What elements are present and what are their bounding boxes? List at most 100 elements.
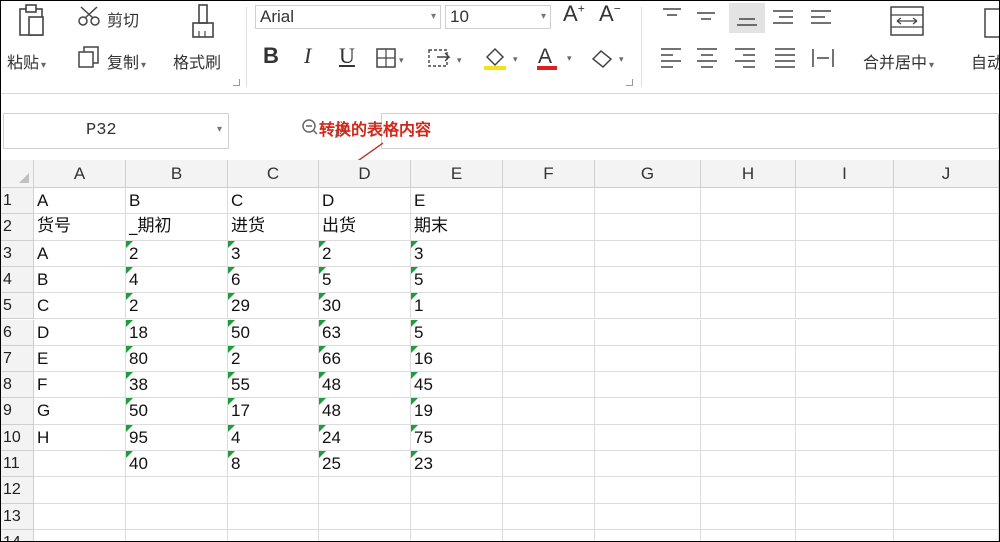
bold-button[interactable]: B [263,43,279,69]
row-header-3[interactable]: 3 [1,240,34,267]
cell-f3[interactable] [503,240,595,267]
font-color-icon[interactable]: A ▾ [535,43,579,71]
column-header-c[interactable]: C [228,160,319,188]
cell-b2[interactable]: _期初 [126,214,228,241]
cell-a8[interactable]: F [34,372,126,399]
wrap-text-button[interactable]: 自动 [971,49,999,73]
cell-b3[interactable]: 2 [126,240,228,267]
zoom-out-icon[interactable] [301,118,319,136]
cell-j12[interactable] [894,477,999,504]
cell-e3[interactable]: 3 [411,240,503,267]
row-header-6[interactable]: 6 [1,319,34,346]
cell-i11[interactable] [796,451,894,478]
cell-g14[interactable] [595,529,701,541]
cell-e12[interactable] [411,477,503,504]
row-header-11[interactable]: 11 [1,451,34,478]
cell-b6[interactable]: 18 [126,319,228,346]
font-size-select[interactable]: 10 ▾ [445,5,551,29]
row-header-9[interactable]: 9 [1,398,34,425]
column-header-d[interactable]: D [319,160,411,188]
cell-c8[interactable]: 55 [228,372,319,399]
cell-a7[interactable]: E [34,345,126,373]
row-header-8[interactable]: 8 [1,372,34,399]
cell-j4[interactable] [894,266,999,294]
decrease-font-size-button[interactable]: A− [599,1,621,27]
cell-e4[interactable]: 5 [411,266,503,294]
cell-h5[interactable] [701,293,796,320]
cell-e5[interactable]: 1 [411,293,503,320]
cell-b9[interactable]: 50 [126,398,228,425]
format-painter-icon[interactable] [189,3,217,41]
font-launcher[interactable] [626,79,633,86]
cell-a5[interactable]: C [34,293,126,320]
cell-d6[interactable]: 63 [319,319,411,346]
fill-color-icon[interactable]: ▾ [481,45,525,71]
cell-i8[interactable] [796,372,894,399]
cell-b11[interactable]: 40 [126,451,228,478]
cell-h14[interactable] [701,529,796,541]
cell-b14[interactable] [126,529,228,541]
cell-c2[interactable]: 进货 [228,214,319,241]
cell-i13[interactable] [796,503,894,530]
column-header-f[interactable]: F [503,160,595,188]
cell-f5[interactable] [503,293,595,320]
cell-j11[interactable] [894,451,999,478]
cell-b12[interactable] [126,477,228,504]
cell-b5[interactable]: 2 [126,293,228,320]
cell-f12[interactable] [503,477,595,504]
cell-i4[interactable] [796,266,894,294]
cell-c3[interactable]: 3 [228,240,319,267]
column-header-j[interactable]: J [894,160,999,188]
cell-h3[interactable] [701,240,796,267]
cell-b13[interactable] [126,503,228,530]
cell-g8[interactable] [595,372,701,399]
cell-j8[interactable] [894,372,999,399]
row-header-2[interactable]: 2 [1,214,34,241]
scissors-icon[interactable] [77,5,103,27]
cell-h1[interactable] [701,188,796,215]
cell-i12[interactable] [796,477,894,504]
cell-j5[interactable] [894,293,999,320]
cell-d11[interactable]: 25 [319,451,411,478]
cell-c1[interactable]: C [228,188,319,215]
cell-c7[interactable]: 2 [228,345,319,373]
cell-f8[interactable] [503,372,595,399]
cell-j1[interactable] [894,188,999,215]
cell-g4[interactable] [595,266,701,294]
name-box[interactable]: P32 ▾ [3,113,229,149]
cell-a4[interactable]: B [34,266,126,294]
column-header-e[interactable]: E [411,160,503,188]
row-header-13[interactable]: 13 [1,503,34,530]
cell-a2[interactable]: 货号 [34,214,126,241]
horizontal-align-group[interactable] [657,45,843,69]
borders-icon[interactable]: ▾ [375,47,409,69]
row-header-12[interactable]: 12 [1,477,34,504]
cell-i14[interactable] [796,529,894,541]
cell-g2[interactable] [595,214,701,241]
cell-f14[interactable] [503,529,595,541]
select-all-button[interactable] [1,160,34,188]
column-header-g[interactable]: G [595,160,701,188]
cell-d7[interactable]: 66 [319,345,411,373]
underline-button[interactable]: U [339,43,355,69]
cell-f11[interactable] [503,451,595,478]
cell-e2[interactable]: 期末 [411,214,503,241]
cell-f9[interactable] [503,398,595,425]
cell-a11[interactable] [34,451,126,478]
cell-a9[interactable]: G [34,398,126,425]
cell-i9[interactable] [796,398,894,425]
cell-f2[interactable] [503,214,595,241]
cell-e11[interactable]: 23 [411,451,503,478]
cell-d9[interactable]: 48 [319,398,411,425]
cell-a3[interactable]: A [34,240,126,267]
cell-i3[interactable] [796,240,894,267]
clipboard-launcher[interactable] [233,79,240,86]
cell-b10[interactable]: 95 [126,424,228,451]
cell-a12[interactable] [34,477,126,504]
cell-j10[interactable] [894,424,999,451]
cell-h4[interactable] [701,266,796,294]
cell-c14[interactable] [228,529,319,541]
row-header-1[interactable]: 1 [1,188,34,215]
cell-g3[interactable] [595,240,701,267]
cell-i5[interactable] [796,293,894,320]
